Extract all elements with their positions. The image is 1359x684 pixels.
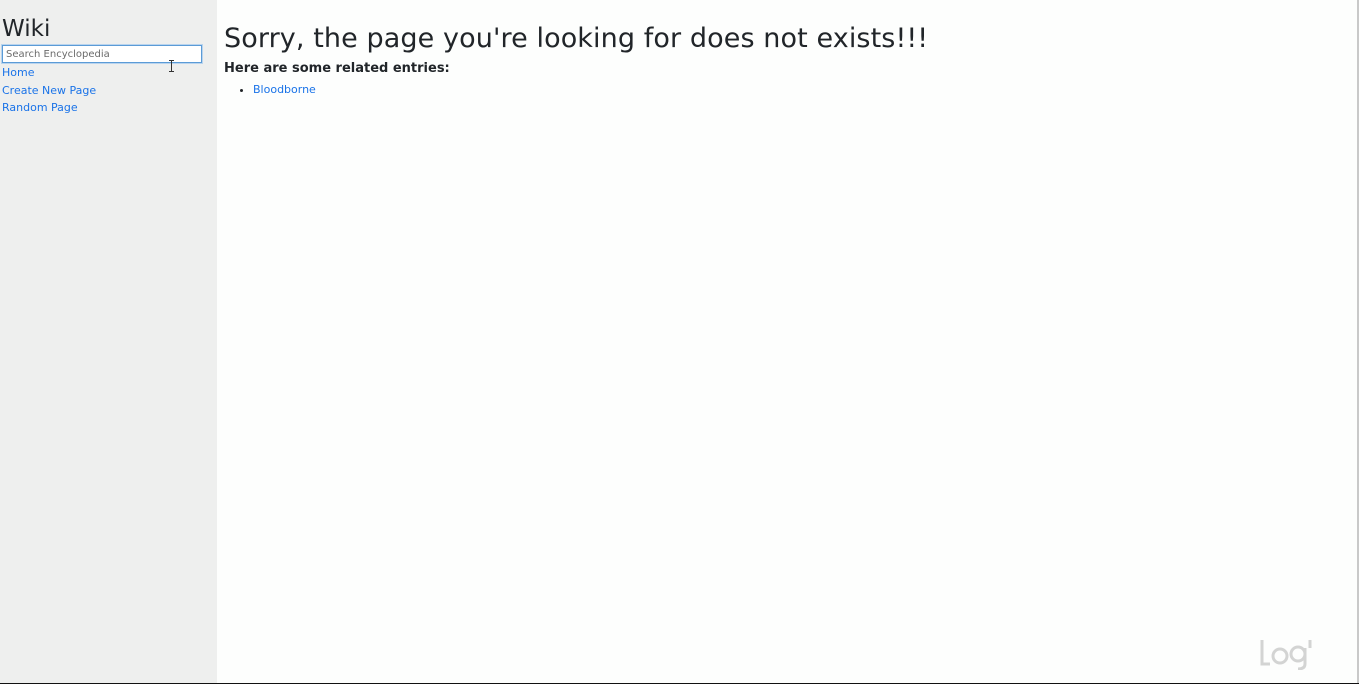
related-entries-heading: Here are some related entries: [224, 61, 450, 76]
entry-link-bloodborne[interactable]: Bloodborne [253, 83, 316, 96]
text-cursor-icon [168, 60, 175, 72]
list-item: Bloodborne [253, 81, 1359, 99]
nav-link-home[interactable]: Home [2, 64, 217, 82]
site-title: Wiki [2, 16, 51, 42]
nav-link-random-page[interactable]: Random Page [2, 99, 217, 117]
sidebar: Wiki Home Create New Page Random Page [0, 0, 217, 683]
related-entries-list: Bloodborne [224, 81, 1359, 99]
page: Wiki Home Create New Page Random Page So… [0, 0, 1359, 684]
logo-watermark-icon [1258, 636, 1314, 671]
main-content: Sorry, the page you're looking for does … [224, 22, 1359, 99]
nav-link-create-new-page[interactable]: Create New Page [2, 82, 217, 100]
page-title: Sorry, the page you're looking for does … [224, 23, 929, 54]
